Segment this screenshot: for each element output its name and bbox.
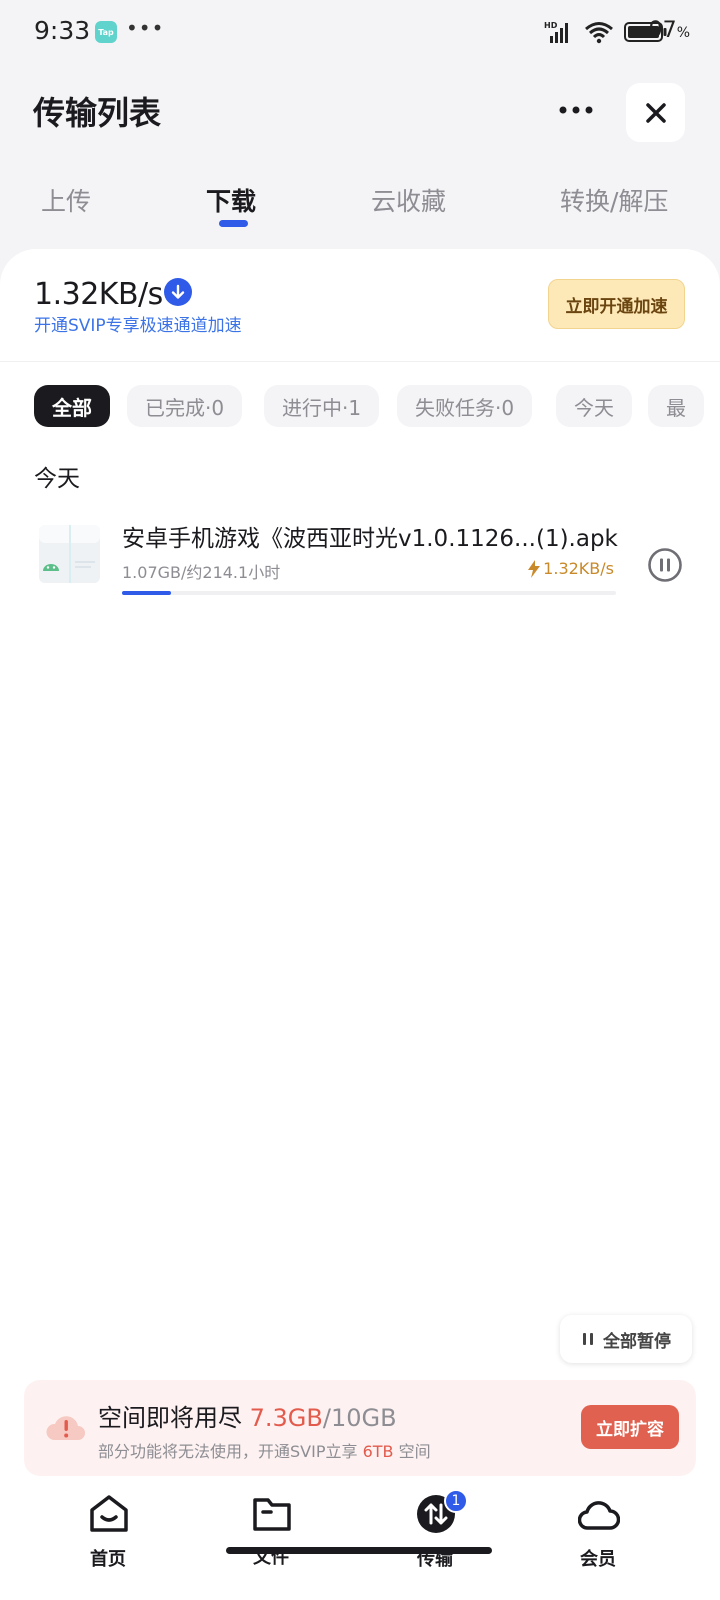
progress-fill [122,591,172,595]
nav-files[interactable]: 文件 [226,1489,316,1589]
file-speed-value: 1.32KB/s [543,559,614,578]
download-panel: 1.32KB/s 开通SVIP专享极速通道加速 立即开通加速 全部 已完成·0 … [0,249,720,1600]
bottom-nav: 首页 文件 1 传输 会员 [0,1489,720,1599]
home-icon [90,1495,128,1532]
lightning-icon [528,559,541,578]
tab-upload[interactable]: 上传 [41,182,91,218]
divider [0,361,720,362]
filter-failed[interactable]: 失败任务·0 [397,385,533,427]
storage-subtitle: 部分功能将无法使用，开通SVIP立享 6TB 空间 [98,1442,431,1461]
tab-download[interactable]: 下载 [206,182,256,218]
status-more-dots: ••• [126,16,165,40]
cloud-icon [578,1501,620,1530]
filter-completed[interactable]: 已完成·0 [127,385,243,427]
storage-title: 空间即将用尽 7.3GB/10GB [98,1404,397,1432]
close-icon [645,102,666,123]
boost-speed-button[interactable]: 立即开通加速 [548,279,685,329]
section-today: 今天 [34,466,80,492]
filter-recent[interactable]: 最 [648,385,704,427]
download-item[interactable]: 安卓手机游戏《波西亚时光v1.0.1126...(1).apk 1.07GB/约… [0,511,720,611]
download-arrow-icon [164,278,192,306]
home-indicator[interactable] [226,1547,492,1554]
nav-home[interactable]: 首页 [63,1489,153,1589]
tap-app-icon: Tap [95,21,117,43]
transfer-badge: 1 [444,1489,468,1513]
nav-transfer[interactable]: 1 传输 [390,1489,480,1589]
folder-icon [253,1498,291,1531]
file-name: 安卓手机游戏《波西亚时光v1.0.1126...(1).apk [122,526,618,552]
status-time: 9:33 [34,16,91,45]
storage-warning-banner[interactable]: 空间即将用尽 7.3GB/10GB 部分功能将无法使用，开通SVIP立享 6TB… [24,1380,696,1476]
wifi-icon [585,22,613,44]
pause-all-button[interactable]: 全部暂停 [560,1315,692,1363]
storage-total: /10GB [322,1404,397,1432]
warning-cloud-icon [46,1416,85,1440]
tab-cloud-favorites[interactable]: 云收藏 [371,182,446,218]
transfer-tabs: 上传 下载 云收藏 转换/解压 [0,170,720,230]
pause-all-label: 全部暂停 [603,1331,671,1352]
download-speed: 1.32KB/s [34,277,163,312]
nav-membership[interactable]: 会员 [553,1489,643,1589]
svg-text:HD: HD [544,21,558,30]
status-bar: 9:33 Tap ••• HD 97% [0,0,720,66]
file-size-eta: 1.07GB/约214.1小时 [122,563,281,582]
page-title: 传输列表 [33,94,162,132]
pause-icon [583,1333,593,1345]
tab-convert-unzip[interactable]: 转换/解压 [560,182,668,218]
svip-speed-promo-link[interactable]: 开通SVIP专享极速通道加速 [34,311,242,336]
android-apk-icon [39,525,100,583]
file-speed: 1.32KB/s [527,559,614,578]
filter-chips: 全部 已完成·0 进行中·1 失败任务·0 今天 最 [34,385,720,429]
more-dots-icon [559,106,593,114]
close-button[interactable] [626,83,685,142]
expand-storage-button[interactable]: 立即扩容 [581,1405,679,1449]
storage-used: 7.3GB [249,1404,323,1432]
progress-bar [122,591,616,595]
filter-today[interactable]: 今天 [556,385,632,427]
battery-percent: 97% [648,18,690,43]
filter-all[interactable]: 全部 [34,385,110,427]
tab-active-indicator [219,220,248,227]
more-button[interactable] [556,92,596,128]
signal-icon: HD [544,21,568,43]
pause-download-button[interactable] [647,547,683,583]
filter-in-progress[interactable]: 进行中·1 [264,385,380,427]
